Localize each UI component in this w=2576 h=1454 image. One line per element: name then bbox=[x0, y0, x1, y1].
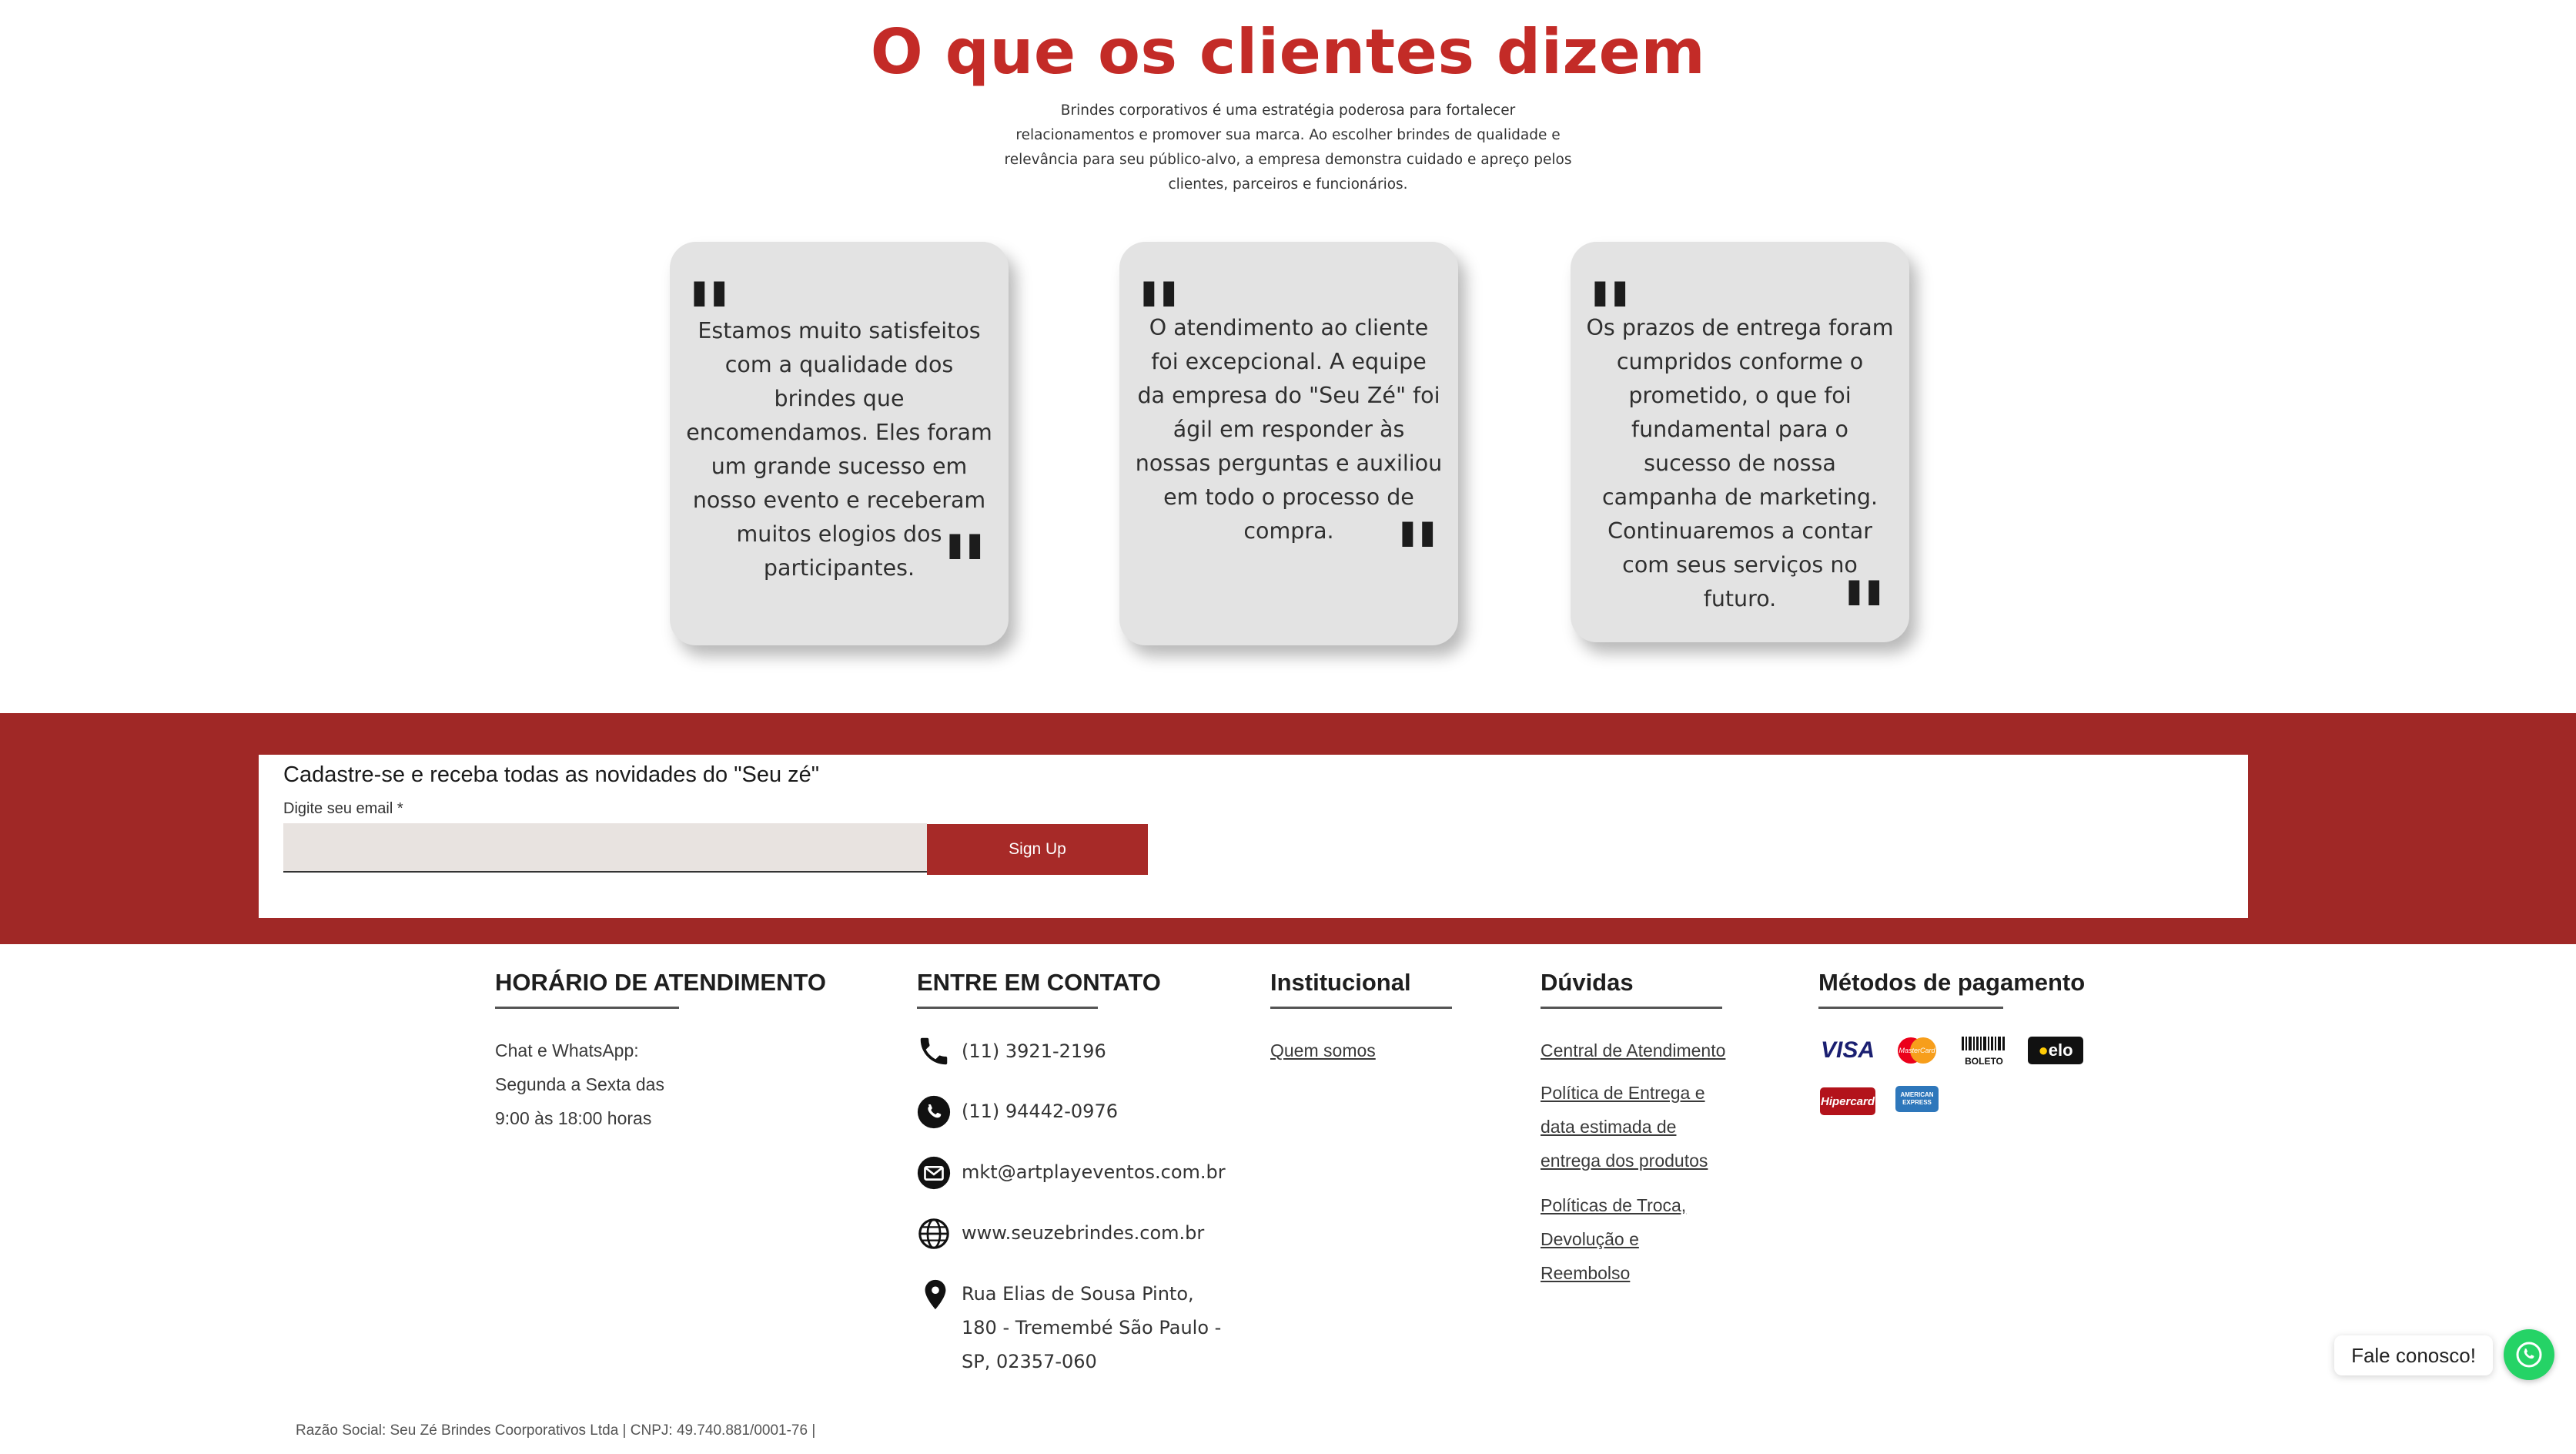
return-policy-line: Políticas de Troca, bbox=[1541, 1195, 1687, 1215]
boleto-icon: BOLETO bbox=[1960, 1035, 2008, 1067]
quote-close-icon: " bbox=[1840, 561, 1889, 670]
whatsapp-number[interactable]: (11) 94442-0976 bbox=[962, 1094, 1118, 1128]
phone-icon bbox=[920, 1037, 948, 1065]
hours-line: Segunda a Sexta das bbox=[495, 1074, 664, 1094]
mastercard-label: MasterCard bbox=[1899, 1047, 1935, 1054]
hours-line: Chat e WhatsApp: bbox=[495, 1040, 639, 1060]
faq-title: Dúvidas bbox=[1541, 969, 1634, 996]
boleto-label: BOLETO bbox=[1965, 1056, 2003, 1067]
return-policy-line: Reembolso bbox=[1541, 1263, 1631, 1283]
institutional-title: Institucional bbox=[1270, 969, 1411, 996]
return-policy-link[interactable]: Políticas de Troca, Devolução e Reembols… bbox=[1541, 1188, 1686, 1290]
testimonial-card: " O atendimento ao cliente foi excepcion… bbox=[1119, 242, 1458, 645]
hours-title: HORÁRIO DE ATENDIMENTO bbox=[495, 969, 826, 996]
email-icon bbox=[917, 1156, 951, 1190]
hipercard-icon: Hipercard bbox=[1820, 1087, 1875, 1115]
payment-title: Métodos de pagamento bbox=[1818, 969, 2086, 996]
address-line: 180 - Tremembé São Paulo - bbox=[962, 1317, 1222, 1338]
testimonial-card: " Estamos muito satisfeitos com a qualid… bbox=[670, 242, 1009, 645]
testimonial-card: " Os prazos de entrega foram cumpridos c… bbox=[1571, 242, 1909, 662]
legal-info: Razão Social: Seu Zé Brindes Coorporativ… bbox=[296, 1422, 816, 1439]
chat-prompt[interactable]: Fale conosco! bbox=[2334, 1335, 2493, 1375]
amex-icon: AMERICAN EXPRESS bbox=[1895, 1086, 1939, 1112]
globe-icon bbox=[918, 1218, 949, 1249]
contact-title: ENTRE EM CONTATO bbox=[917, 969, 1161, 996]
whatsapp-chat-button[interactable] bbox=[2504, 1329, 2554, 1380]
sign-up-button[interactable]: Sign Up bbox=[927, 824, 1148, 875]
whatsapp-icon bbox=[917, 1095, 951, 1129]
website-link[interactable]: www.seuzebrindes.com.br bbox=[962, 1216, 1204, 1250]
support-center-link[interactable]: Central de Atendimento bbox=[1541, 1034, 1725, 1067]
section-title: O que os clientes dizem bbox=[870, 16, 1706, 88]
whatsapp-icon bbox=[2516, 1342, 2542, 1368]
visa-icon: VISA bbox=[1820, 1037, 1875, 1063]
address-line: SP, 02357-060 bbox=[962, 1351, 1097, 1372]
elo-label: elo bbox=[2048, 1040, 2073, 1060]
contact-divider bbox=[917, 1007, 1098, 1009]
phone-number[interactable]: (11) 3921-2196 bbox=[962, 1034, 1106, 1068]
email-label: Digite seu email * bbox=[283, 800, 403, 817]
location-pin-icon bbox=[925, 1279, 946, 1310]
hours-line: 9:00 às 18:00 horas bbox=[495, 1108, 652, 1128]
faq-divider bbox=[1541, 1007, 1722, 1009]
about-us-link[interactable]: Quem somos bbox=[1270, 1034, 1376, 1067]
payment-divider bbox=[1818, 1007, 2003, 1009]
institutional-divider bbox=[1270, 1007, 1452, 1009]
email-field[interactable] bbox=[283, 823, 927, 873]
delivery-policy-line: Política de Entrega e bbox=[1541, 1083, 1705, 1103]
section-intro: Brindes corporativos é uma estratégia po… bbox=[1004, 102, 1572, 193]
quote-close-icon: " bbox=[1393, 503, 1442, 611]
elo-icon: ● elo bbox=[2028, 1037, 2083, 1064]
mastercard-icon: MasterCard bbox=[1894, 1036, 1940, 1065]
hours-divider bbox=[495, 1007, 679, 1009]
delivery-policy-line: data estimada de bbox=[1541, 1117, 1677, 1137]
address-line: Rua Elias de Sousa Pinto, bbox=[962, 1283, 1194, 1305]
quote-close-icon: " bbox=[941, 515, 989, 624]
delivery-policy-line: entrega dos produtos bbox=[1541, 1151, 1708, 1171]
delivery-policy-link[interactable]: Política de Entrega e data estimada de e… bbox=[1541, 1076, 1708, 1178]
email-address[interactable]: mkt@artplayeventos.com.br bbox=[962, 1155, 1226, 1189]
newsletter-title: Cadastre-se e receba todas as novidades … bbox=[283, 762, 820, 787]
return-policy-line: Devolução e bbox=[1541, 1229, 1639, 1249]
